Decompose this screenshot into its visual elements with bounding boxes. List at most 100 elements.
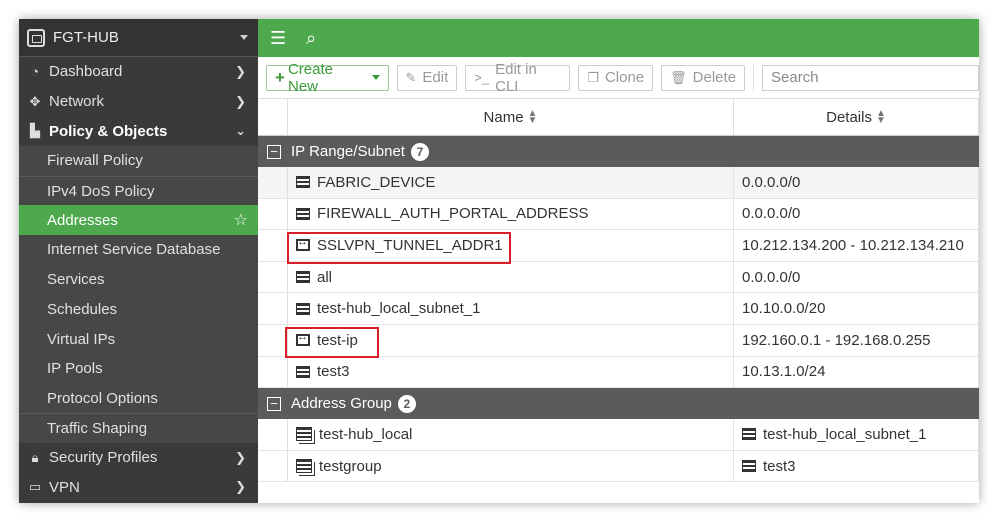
table-row[interactable]: test-ip 192.160.0.1 - 192.168.0.255 bbox=[258, 324, 979, 357]
table-row[interactable]: test-hub_local_subnet_1 10.10.0.0/20 bbox=[258, 293, 979, 325]
clone-icon: ❐ bbox=[587, 69, 599, 85]
group-count-badge: 7 bbox=[410, 142, 429, 161]
sidebar-item-network[interactable]: ✥ Network ❯ bbox=[19, 87, 258, 117]
table-row[interactable]: test-hub_local test-hub_local_subnet_1 bbox=[258, 419, 979, 451]
sidebar-item-vpn[interactable]: ▭ VPN ❯ bbox=[19, 473, 258, 503]
table-row[interactable]: testgroup test3 bbox=[258, 450, 979, 483]
cell-details: 192.160.0.1 - 192.168.0.255 bbox=[734, 324, 979, 356]
sidebar-item-label: Traffic Shaping bbox=[47, 420, 148, 438]
cell-details: test3 bbox=[734, 450, 979, 482]
group-label: Address Group bbox=[291, 395, 392, 413]
group-header-ip-range-subnet[interactable]: − IP Range/Subnet 7 bbox=[258, 136, 979, 167]
create-new-label: Create New bbox=[287, 60, 333, 95]
sidebar-item-policy-objects[interactable]: ▙ Policy & Objects ⌄ bbox=[19, 116, 258, 146]
main-content: ☰ ⌕ + Create New ✎ Edit >_ Edit in CLI ❐… bbox=[258, 19, 979, 503]
cell-name: test3 bbox=[288, 356, 734, 388]
column-label: Name bbox=[483, 108, 524, 126]
subnet-address-icon bbox=[742, 460, 756, 473]
cell-name: test-hub_local bbox=[288, 419, 734, 450]
sidebar-item-dashboard[interactable]: ◔ Dashboard ❯ bbox=[19, 57, 258, 87]
group-header-address-group[interactable]: − Address Group 2 bbox=[258, 388, 979, 420]
toolbar: + Create New ✎ Edit >_ Edit in CLI ❐ Clo… bbox=[258, 57, 979, 99]
sidebar-subitem-ip-pools[interactable]: IP Pools bbox=[19, 353, 258, 384]
row-gutter bbox=[258, 419, 288, 450]
search-input[interactable] bbox=[762, 64, 979, 91]
sidebar-item-label: Policy & Objects bbox=[49, 122, 168, 140]
group-count-badge: 2 bbox=[397, 394, 416, 413]
collapse-icon[interactable]: − bbox=[267, 396, 281, 411]
address-name: FIREWALL_AUTH_PORTAL_ADDRESS bbox=[317, 205, 589, 223]
security-profiles-icon: 🔒︎ bbox=[31, 449, 39, 465]
cell-name: FABRIC_DEVICE bbox=[288, 167, 734, 198]
table-row[interactable]: test3 10.13.1.0/24 bbox=[258, 356, 979, 389]
dashboard-icon: ◔ bbox=[31, 64, 39, 80]
column-header-name[interactable]: Name ▲ ▼ bbox=[288, 99, 734, 135]
edit-in-cli-button[interactable]: >_ Edit in CLI bbox=[465, 61, 571, 95]
cell-name: test-hub_local_subnet_1 bbox=[288, 293, 734, 324]
device-selector[interactable]: FGT-HUB bbox=[19, 19, 258, 57]
address-name: test3 bbox=[317, 363, 350, 381]
plus-icon: + bbox=[275, 67, 285, 87]
hamburger-menu-icon[interactable]: ☰ bbox=[270, 28, 286, 49]
sidebar-item-label: IP Pools bbox=[47, 360, 103, 378]
delete-button[interactable]: 🗑︎ Delete bbox=[661, 64, 746, 91]
chevron-right-icon: ❯ bbox=[235, 63, 246, 79]
table-row[interactable]: FABRIC_DEVICE 0.0.0.0/0 bbox=[258, 167, 979, 199]
cell-details: 0.0.0.0/0 bbox=[734, 261, 979, 293]
sidebar-subitem-addresses[interactable]: Addresses ☆ bbox=[19, 205, 258, 236]
member-name: test-hub_local_subnet_1 bbox=[763, 425, 927, 443]
terminal-icon: >_ bbox=[474, 70, 490, 85]
chevron-down-icon bbox=[240, 35, 248, 40]
sidebar-subitem-traffic-shaping[interactable]: Traffic Shaping bbox=[19, 413, 258, 443]
policy-icon: ▙ bbox=[30, 123, 40, 139]
cell-details: 10.13.1.0/24 bbox=[734, 356, 979, 388]
address-name: FABRIC_DEVICE bbox=[317, 173, 436, 191]
sidebar-item-label: Virtual IPs bbox=[47, 330, 116, 348]
table-gutter bbox=[258, 99, 288, 135]
sidebar-item-security-profiles[interactable]: 🔒︎ Security Profiles ❯ bbox=[19, 443, 258, 473]
sidebar-item-label: VPN bbox=[49, 478, 80, 496]
search-icon[interactable]: ⌕ bbox=[306, 28, 316, 49]
create-new-button[interactable]: + Create New bbox=[266, 61, 389, 95]
chevron-right-icon: ❯ bbox=[235, 449, 246, 465]
sort-icon: ▲ ▼ bbox=[875, 108, 886, 126]
chevron-down-icon: ⌄ bbox=[235, 123, 246, 139]
table-row[interactable]: SSLVPN_TUNNEL_ADDR1 10.212.134.200 - 10.… bbox=[258, 230, 979, 262]
table-row[interactable]: all 0.0.0.0/0 bbox=[258, 261, 979, 294]
subnet-address-icon bbox=[296, 207, 310, 220]
table-row[interactable]: FIREWALL_AUTH_PORTAL_ADDRESS 0.0.0.0/0 bbox=[258, 198, 979, 231]
sidebar-item-label: IPv4 DoS Policy bbox=[47, 182, 155, 200]
row-gutter bbox=[258, 167, 288, 198]
vpn-icon: ▭ bbox=[28, 479, 42, 495]
address-name: SSLVPN_TUNNEL_ADDR1 bbox=[317, 236, 503, 254]
sidebar-subitem-protocol-options[interactable]: Protocol Options bbox=[19, 383, 258, 414]
row-gutter bbox=[258, 198, 288, 230]
group-label: IP Range/Subnet bbox=[291, 143, 405, 160]
sidebar-subitem-internet-service-database[interactable]: Internet Service Database bbox=[19, 235, 258, 265]
sidebar-item-label: Internet Service Database bbox=[47, 241, 221, 259]
cell-name: test-ip bbox=[288, 324, 734, 356]
sidebar-subitem-firewall-policy[interactable]: Firewall Policy bbox=[19, 146, 258, 176]
clone-button[interactable]: ❐ Clone bbox=[578, 64, 654, 91]
subnet-address-icon bbox=[742, 428, 756, 441]
edit-button[interactable]: ✎ Edit bbox=[396, 64, 458, 91]
network-icon: ✥ bbox=[29, 93, 41, 109]
subnet-address-icon bbox=[296, 302, 310, 315]
sidebar-item-label: Security Profiles bbox=[49, 449, 158, 467]
address-name: test-hub_local bbox=[319, 425, 413, 443]
cell-details: 0.0.0.0/0 bbox=[734, 198, 979, 230]
sidebar-subitem-services[interactable]: Services bbox=[19, 264, 258, 295]
table-header: Name ▲ ▼ Details ▲ ▼ bbox=[258, 99, 979, 136]
chevron-right-icon: ❯ bbox=[235, 479, 246, 495]
sidebar-subitem-schedules[interactable]: Schedules bbox=[19, 294, 258, 325]
sidebar-subitem-virtual-ips[interactable]: Virtual IPs bbox=[19, 324, 258, 354]
sidebar-item-label: Dashboard bbox=[49, 63, 123, 81]
cell-name: SSLVPN_TUNNEL_ADDR1 bbox=[288, 230, 734, 261]
sidebar-item-label: Addresses bbox=[47, 211, 118, 229]
sidebar-item-label: Schedules bbox=[47, 300, 118, 318]
column-header-details[interactable]: Details ▲ ▼ bbox=[734, 99, 979, 135]
collapse-icon[interactable]: − bbox=[267, 144, 281, 159]
favorite-star-icon[interactable]: ☆ bbox=[234, 210, 248, 230]
row-gutter bbox=[258, 324, 288, 356]
sidebar-subitem-ipv4-dos-policy[interactable]: IPv4 DoS Policy bbox=[19, 175, 258, 206]
